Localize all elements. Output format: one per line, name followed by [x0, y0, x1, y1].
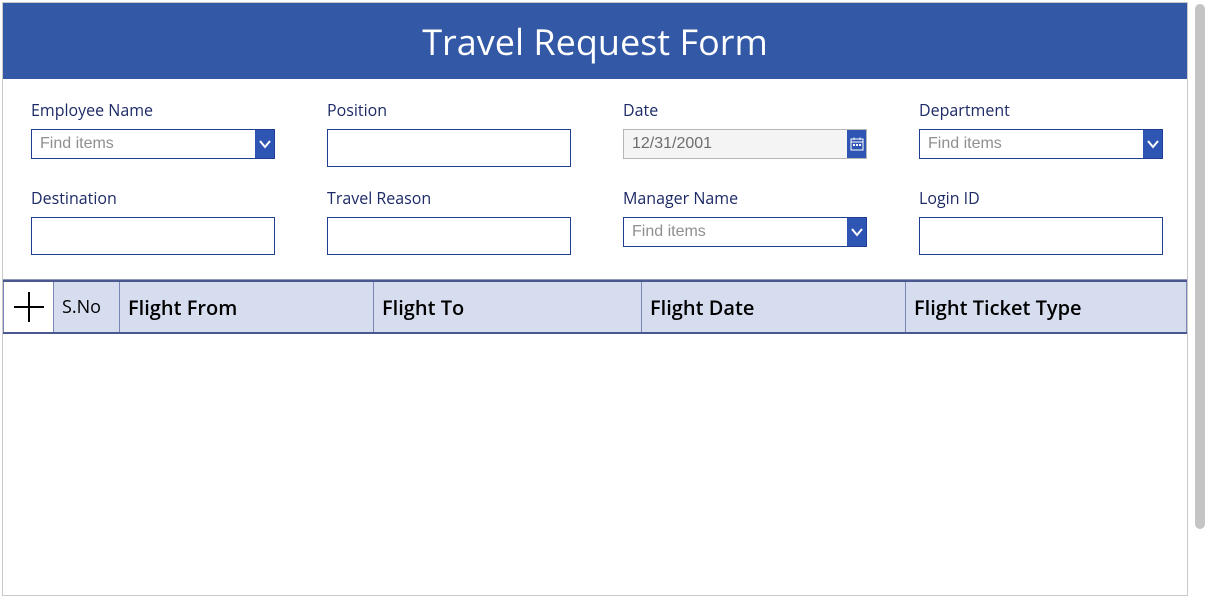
date-label: Date: [623, 99, 867, 121]
manager-name-dropdown-button[interactable]: [847, 218, 866, 246]
manager-name-label: Manager Name: [623, 187, 867, 209]
date-picker[interactable]: [623, 129, 867, 159]
department-combo[interactable]: [919, 129, 1163, 159]
date-input[interactable]: [624, 130, 847, 158]
flights-table-wrap: S.No Flight From Flight To Flight Date F…: [3, 279, 1187, 334]
scrollbar-thumb[interactable]: [1195, 4, 1205, 529]
col-flight-date: Flight Date: [642, 281, 906, 333]
employee-name-dropdown-button[interactable]: [255, 130, 274, 158]
field-login-id: Login ID: [919, 187, 1163, 255]
calendar-icon: [850, 137, 864, 151]
field-employee-name: Employee Name: [31, 99, 275, 167]
flights-table: S.No Flight From Flight To Flight Date F…: [3, 280, 1187, 334]
login-id-input[interactable]: [919, 217, 1163, 255]
field-destination: Destination: [31, 187, 275, 255]
col-flight-ticket-type: Flight Ticket Type: [906, 281, 1187, 333]
employee-name-input[interactable]: [32, 130, 255, 158]
employee-name-combo[interactable]: [31, 129, 275, 159]
date-picker-button[interactable]: [847, 130, 866, 158]
page-title: Travel Request Form: [422, 17, 768, 66]
flights-table-header-row: S.No Flight From Flight To Flight Date F…: [4, 281, 1187, 333]
col-flight-from: Flight From: [120, 281, 374, 333]
destination-input[interactable]: [31, 217, 275, 255]
position-input[interactable]: [327, 129, 571, 167]
app-frame: Travel Request Form Employee Name Positi…: [2, 2, 1188, 596]
field-department: Department: [919, 99, 1163, 167]
position-label: Position: [327, 99, 571, 121]
manager-name-input[interactable]: [624, 218, 847, 246]
chevron-down-icon: [1146, 137, 1160, 151]
form-area: Employee Name Position Date: [3, 79, 1187, 279]
login-id-label: Login ID: [919, 187, 1163, 209]
employee-name-label: Employee Name: [31, 99, 275, 121]
add-row-cell: [4, 281, 54, 333]
department-input[interactable]: [920, 130, 1143, 158]
page-title-bar: Travel Request Form: [3, 3, 1187, 79]
field-position: Position: [327, 99, 571, 167]
destination-label: Destination: [31, 187, 275, 209]
col-sno: S.No: [54, 281, 120, 333]
travel-reason-input[interactable]: [327, 217, 571, 255]
field-travel-reason: Travel Reason: [327, 187, 571, 255]
col-flight-to: Flight To: [374, 281, 642, 333]
vertical-scrollbar[interactable]: [1194, 2, 1206, 596]
manager-name-combo[interactable]: [623, 217, 867, 247]
chevron-down-icon: [850, 225, 864, 239]
plus-icon: [12, 290, 46, 324]
travel-reason-label: Travel Reason: [327, 187, 571, 209]
department-label: Department: [919, 99, 1163, 121]
field-manager-name: Manager Name: [623, 187, 867, 255]
field-date: Date: [623, 99, 867, 167]
chevron-down-icon: [258, 137, 272, 151]
department-dropdown-button[interactable]: [1143, 130, 1162, 158]
add-row-button[interactable]: [4, 282, 53, 332]
